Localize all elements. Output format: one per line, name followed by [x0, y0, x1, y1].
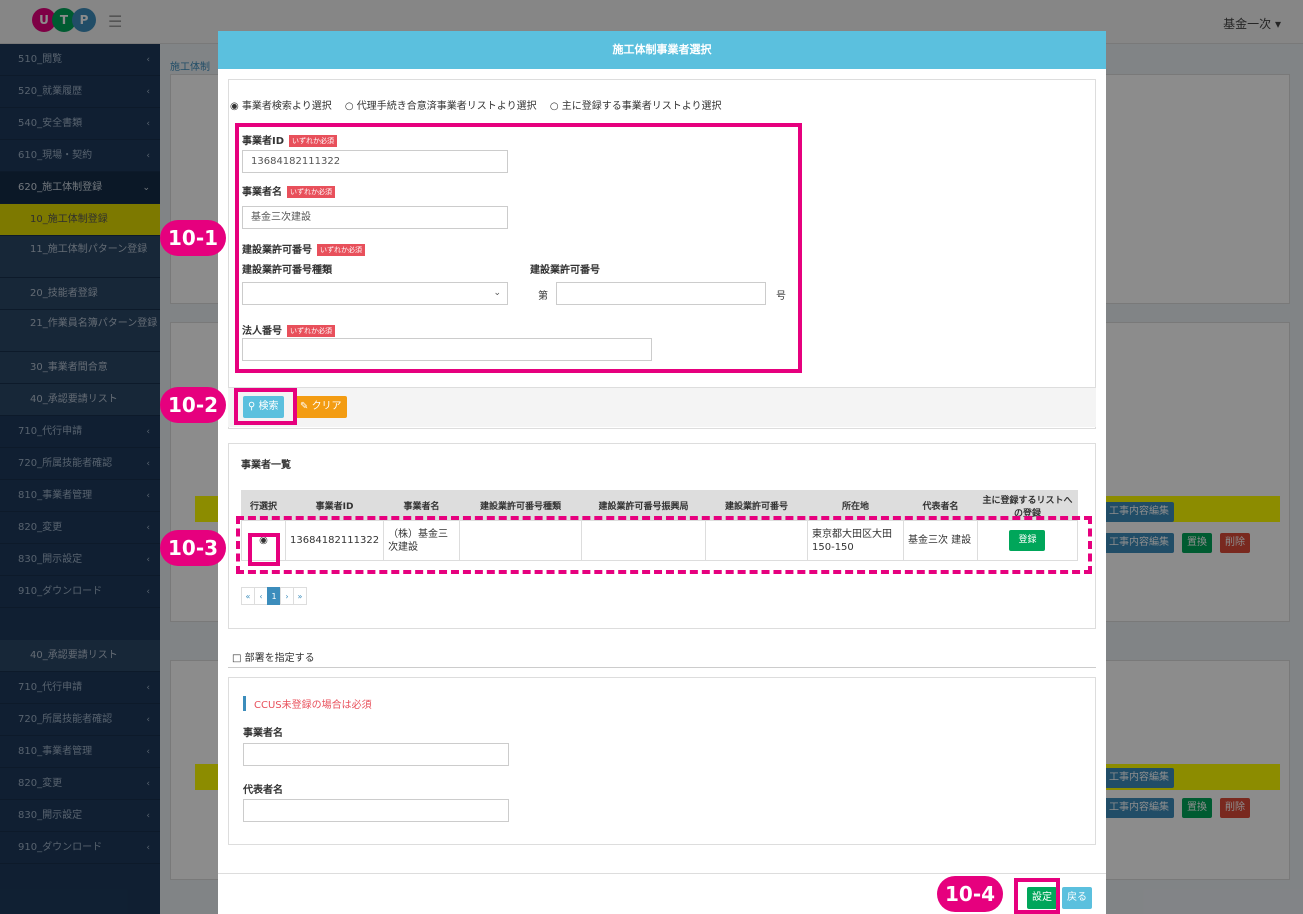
search-button-bar: [228, 387, 1096, 427]
divider: [228, 667, 1096, 668]
annotation-marker-10-1: 10-1: [160, 220, 227, 256]
page-first[interactable]: «: [241, 587, 255, 605]
annotation-box-search-button: [234, 388, 297, 425]
modal-footer-divider: [218, 873, 1106, 874]
radio-search[interactable]: ◉ 事業者検索より選択: [230, 101, 332, 112]
annotation-box-row-radio: [248, 533, 280, 566]
page-prev[interactable]: ‹: [254, 587, 268, 605]
eraser-icon: ✎: [300, 401, 312, 412]
pagination: « ‹ 1 › »: [241, 587, 307, 605]
back-button[interactable]: 戻る: [1062, 887, 1092, 909]
page-1[interactable]: 1: [267, 587, 281, 605]
page-next[interactable]: ›: [280, 587, 294, 605]
modal-title: 施工体制事業者選択: [218, 31, 1106, 69]
page-last[interactable]: »: [293, 587, 307, 605]
annotation-marker-10-4: 10-4: [937, 876, 1004, 912]
ccus-note: CCUS未登録の場合は必須: [243, 696, 372, 711]
supplier-list-title: 事業者一覧: [241, 460, 291, 471]
biz-name-label: 事業者名: [243, 728, 283, 739]
annotation-marker-10-2: 10-2: [160, 387, 227, 423]
radio-proxy-list[interactable]: ○ 代理手続き合意済事業者リストより選択: [345, 101, 537, 112]
rep-name-label: 代表者名: [243, 785, 283, 796]
unregistered-panel: CCUS未登録の場合は必須 事業者名 代表者名: [228, 677, 1096, 845]
radio-main-list[interactable]: ○ 主に登録する事業者リストより選択: [550, 101, 722, 112]
app-window: U T P ☰ 基金一次 ▾ 510_閲覧 ‹ 520_就業履歴 ‹ 540_安全書…: [0, 0, 1303, 914]
annotation-marker-10-3: 10-3: [160, 530, 227, 566]
selection-mode-radios: ◉ 事業者検索より選択 ○ 代理手続き合意済事業者リストより選択 ○ 主に登録す…: [230, 97, 732, 112]
dept-checkbox[interactable]: □ 部署を指定する: [232, 649, 315, 664]
clear-button[interactable]: ✎ クリア: [295, 396, 347, 418]
annotation-box-search-fields: [235, 123, 802, 373]
rep-name-input[interactable]: [243, 799, 509, 822]
annotation-box-set-button: [1014, 878, 1060, 914]
annotation-box-result-row: [236, 516, 1092, 574]
biz-name-input[interactable]: [243, 743, 509, 766]
